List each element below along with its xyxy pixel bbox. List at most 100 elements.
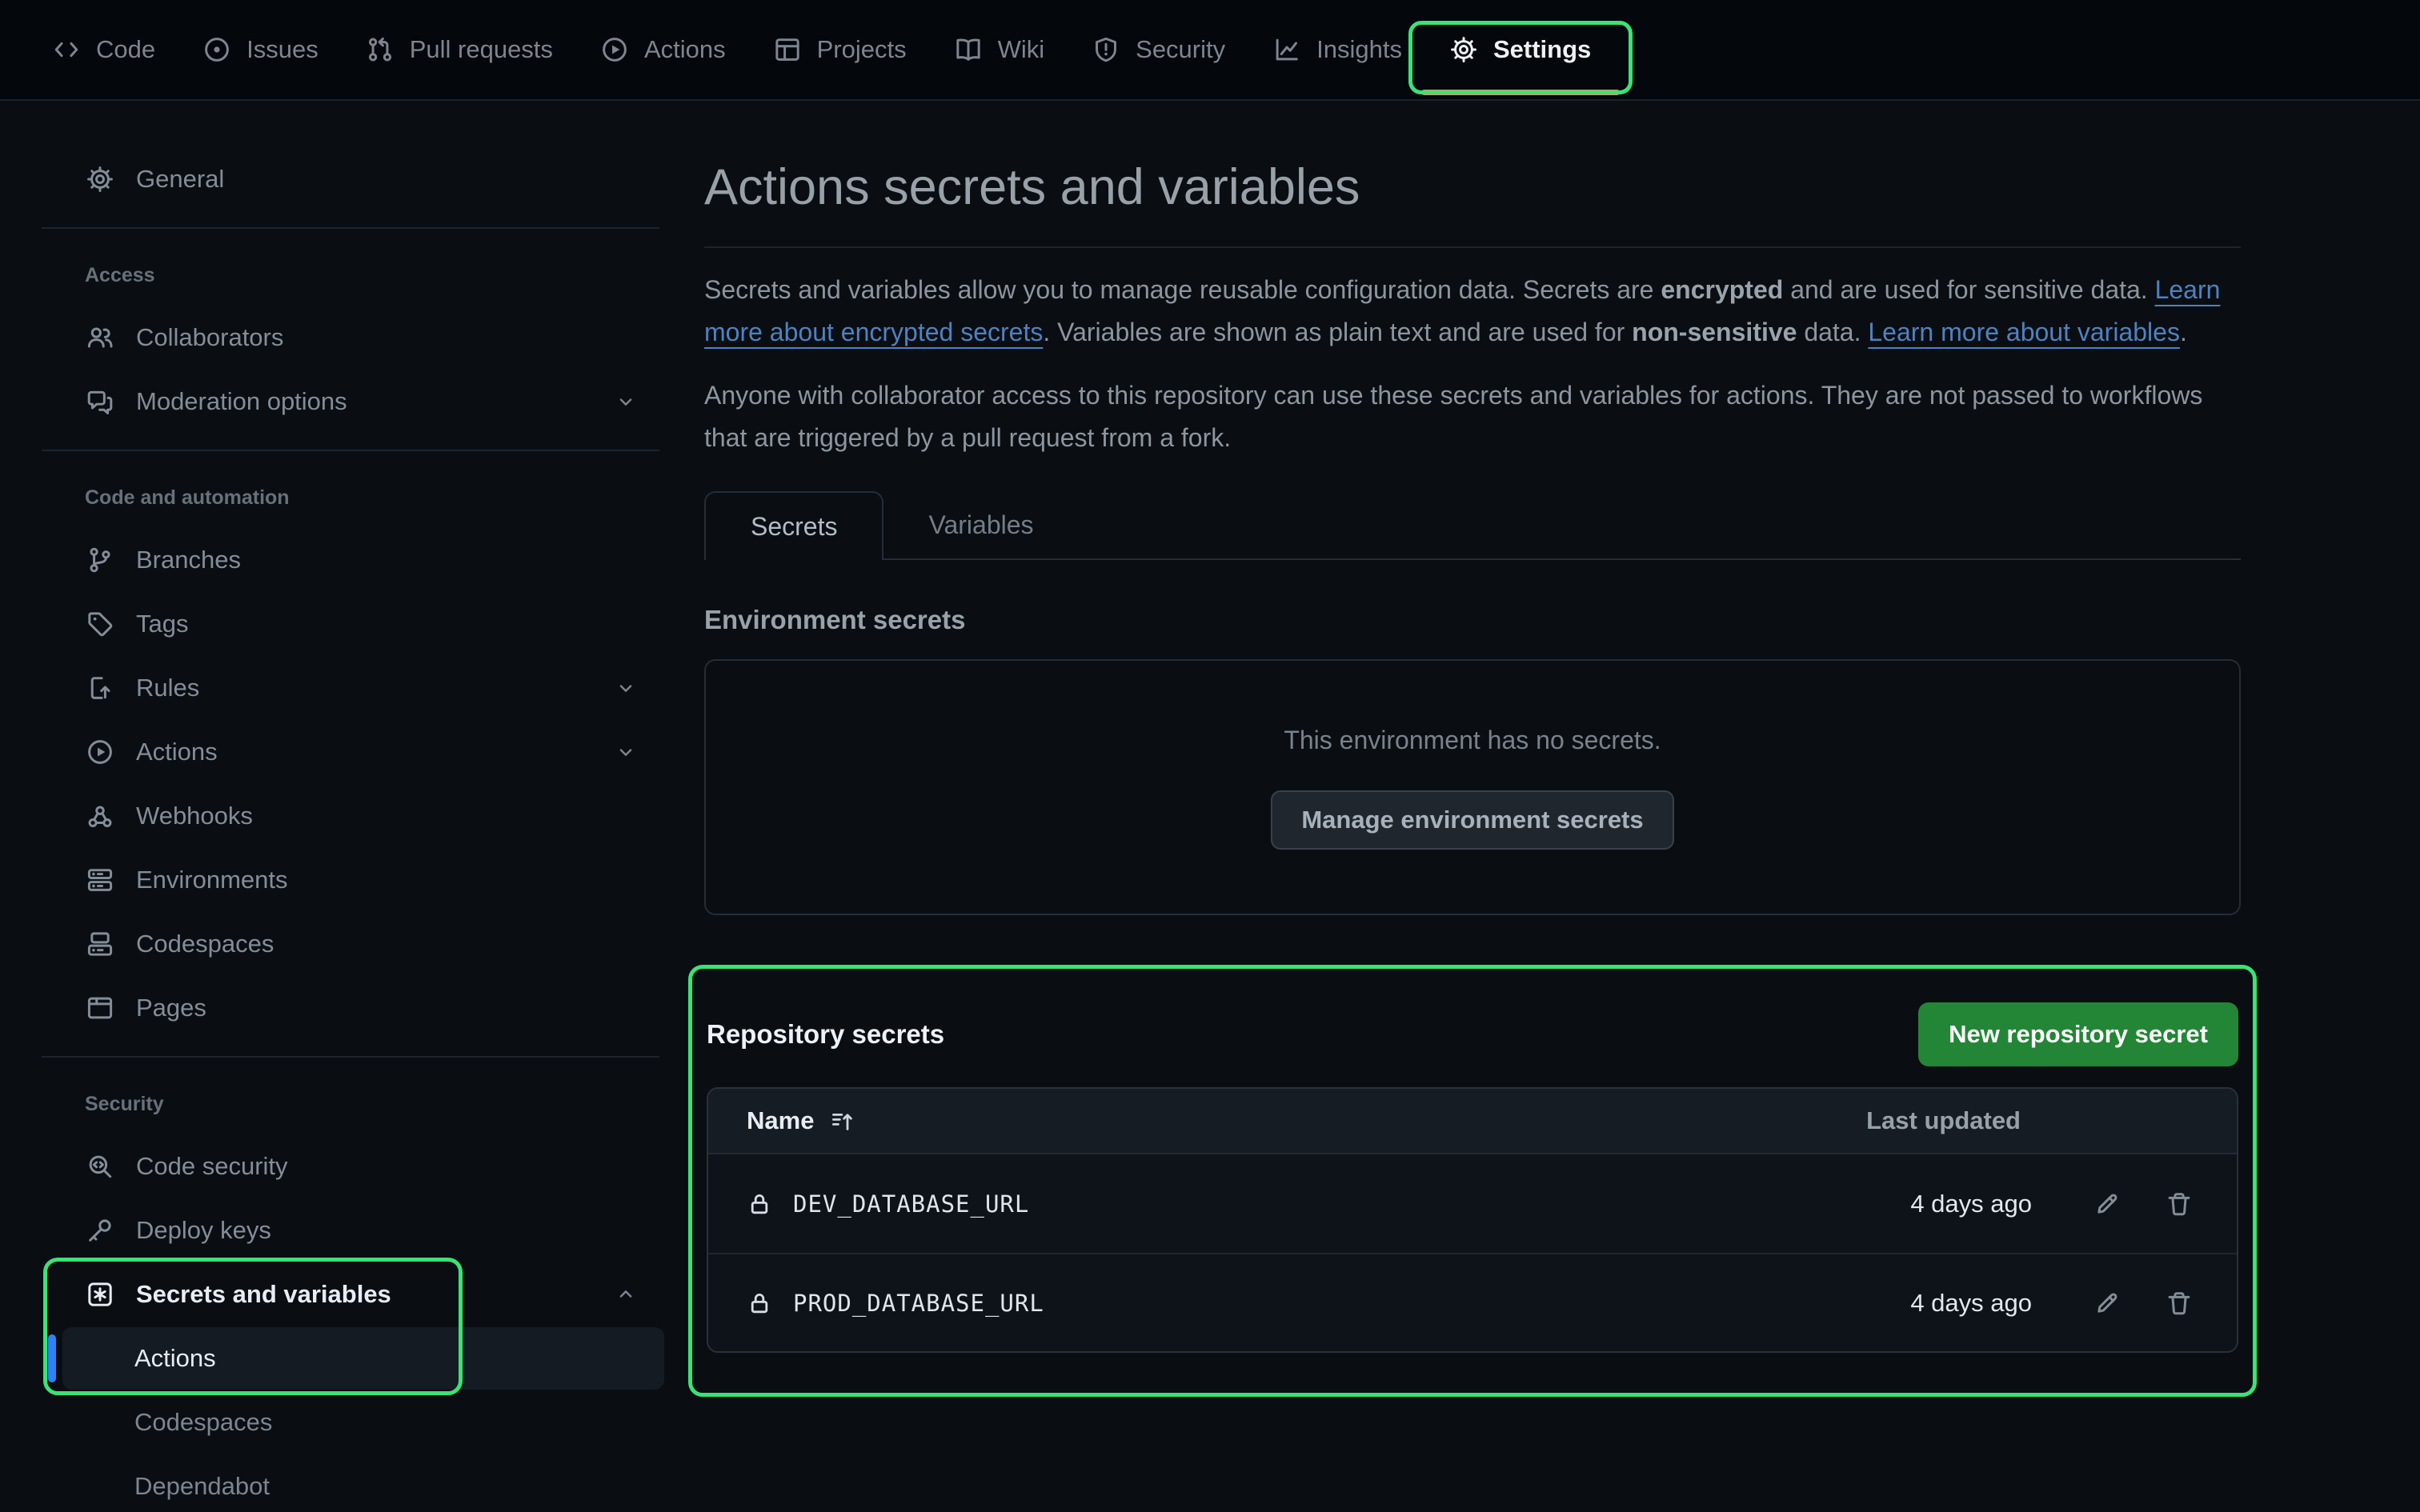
nav-item-issues[interactable]: Issues [179,0,343,99]
intro-text: . [2180,318,2187,346]
title-divider [704,246,2241,248]
people-icon [86,324,114,351]
issue-opened-icon [203,36,230,63]
sidebar-item-label: Codespaces [136,930,274,958]
active-tab-underline [1421,90,1620,95]
sidebar-subitem-actions[interactable]: Actions [0,1326,682,1390]
delete-secret-button[interactable] [2157,1182,2202,1226]
book-icon [955,36,982,63]
table-header-row: Name Last updated [708,1089,2237,1154]
nav-item-projects[interactable]: Projects [750,0,931,99]
nav-item-insights[interactable]: Insights [1249,0,1426,99]
environment-secrets-panel: This environment has no secrets. Manage … [704,659,2241,915]
asterisk-box-icon [86,1281,114,1308]
sidebar-item-code-security[interactable]: Code security [0,1134,682,1198]
trash-icon [2166,1290,2193,1317]
secret-name: PROD_DATABASE_URL [793,1290,1044,1317]
sidebar-item-label: Environments [136,866,288,894]
sidebar-item-secrets-and-variables[interactable]: Secrets and variables [0,1262,682,1326]
sidebar-item-environments[interactable]: Environments [0,848,682,912]
secret-row-dev_database_url: DEV_DATABASE_URL4 days ago [708,1154,2237,1253]
nav-item-security[interactable]: Security [1068,0,1249,99]
intro-text: and are used for sensitive data. [1783,275,2154,304]
webhook-icon [86,802,114,830]
chevron-down-icon [615,390,637,413]
lock-icon [747,1290,772,1316]
secret-last-updated: 4 days ago [1910,1190,2032,1218]
repository-secrets-table: Name Last updated DEV_DATABASE_URL4 days… [707,1087,2238,1353]
delete-secret-button[interactable] [2157,1281,2202,1326]
emphasized-text: encrypted [1661,275,1783,304]
sidebar-item-pages[interactable]: Pages [0,976,682,1040]
sidebar-item-webhooks[interactable]: Webhooks [0,784,682,848]
edit-secret-button[interactable] [2085,1281,2130,1326]
nav-item-code[interactable]: Code [29,0,179,99]
settings-main-content: Actions secrets and variables Secrets an… [704,102,2241,1397]
nav-item-label: Issues [246,35,319,64]
nav-item-label: Wiki [998,35,1045,64]
chevron-down-icon [615,677,637,699]
sidebar-item-label: Branches [136,546,241,574]
nav-item-pull-requests[interactable]: Pull requests [343,0,577,99]
sidebar-item-label: Tags [136,610,188,638]
nav-item-label: Projects [817,35,907,64]
chevron-down-icon [615,741,637,763]
sidebar-subitem-codespaces[interactable]: Codespaces [0,1390,682,1454]
sidebar-item-rules[interactable]: Rules [0,656,682,720]
lock-icon [747,1191,772,1217]
name-header-label: Name [747,1106,814,1135]
trash-icon [2166,1190,2193,1218]
intro-paragraph: Secrets and variables allow you to manag… [704,269,2241,354]
sidebar-section-label: Access [0,245,682,306]
sidebar-item-label: Actions [136,738,218,766]
settings-sidebar: General Access Collaborators Moderation opt… [0,102,682,1512]
codespaces-icon [86,930,114,958]
secrets-variables-tabs: Secrets Variables [704,491,2241,560]
sidebar-item-tags[interactable]: Tags [0,592,682,656]
sidebar-subitem-label: Dependabot [134,1472,270,1501]
shield-icon [1092,36,1120,63]
sidebar-item-label: Pages [136,994,206,1022]
sidebar-item-actions[interactable]: Actions [0,720,682,784]
sidebar-item-codespaces[interactable]: Codespaces [0,912,682,976]
sort-asc-icon [830,1108,855,1134]
code-icon [53,36,80,63]
tab-variables[interactable]: Variables [883,491,1078,558]
nav-item-actions[interactable]: Actions [577,0,750,99]
last-updated-column-header: Last updated [1866,1106,2021,1135]
tab-secrets[interactable]: Secrets [704,491,883,560]
fork-notice-paragraph: Anyone with collaborator access to this … [704,374,2241,459]
code-scan-icon [86,1153,114,1180]
sidebar-item-label: Moderation options [136,387,347,416]
sidebar-item-moderation-options[interactable]: Moderation options [0,370,682,434]
nav-item-wiki[interactable]: Wiki [931,0,1069,99]
manage-environment-secrets-button[interactable]: Manage environment secrets [1271,790,1673,850]
sidebar-item-general[interactable]: General [0,147,682,211]
sidebar-item-label: Collaborators [136,323,283,352]
repository-secrets-header: Repository secrets New repository secret [707,1002,2238,1066]
sidebar-item-collaborators[interactable]: Collaborators [0,306,682,370]
repository-secrets-heading: Repository secrets [707,1019,944,1050]
sidebar-subitem-dependabot[interactable]: Dependabot [0,1454,682,1512]
nav-item-settings[interactable]: Settings [1426,0,1615,99]
edit-secret-button[interactable] [2085,1182,2130,1226]
environment-empty-text: This environment has no secrets. [1284,726,1661,755]
learn-more-link[interactable]: Learn more about variables [1868,318,2180,346]
nav-item-label: Code [96,35,155,64]
nav-item-label: Pull requests [410,35,553,64]
table-icon [774,36,801,63]
sidebar-subitem-label: Actions [134,1344,216,1373]
sidebar-item-label: Rules [136,674,199,702]
nav-item-label: Settings [1493,35,1591,64]
intro-text: Secrets and variables allow you to manag… [704,275,1661,304]
gear-icon [1450,36,1477,63]
secret-row-prod_database_url: PROD_DATABASE_URL4 days ago [708,1253,2237,1351]
sidebar-item-deploy-keys[interactable]: Deploy keys [0,1198,682,1262]
new-repository-secret-button[interactable]: New repository secret [1918,1002,2238,1066]
server-icon [86,866,114,894]
comment-discussion-icon [86,388,114,415]
graph-icon [1273,36,1300,63]
sort-ascending-icon[interactable] [830,1108,855,1134]
tag-icon [86,610,114,638]
sidebar-item-branches[interactable]: Branches [0,528,682,592]
